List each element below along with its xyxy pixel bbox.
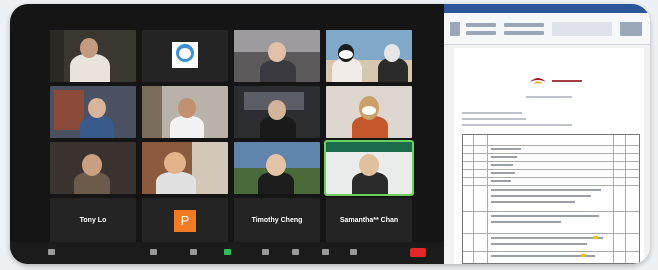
more-icon[interactable] [350,249,357,255]
participant-video-tile[interactable] [50,30,136,82]
document-meta-line [462,112,522,114]
school-logo-icon [530,78,546,84]
word-title-bar [444,4,650,13]
word-ribbon [444,4,650,45]
participant-video-tile[interactable] [234,142,320,194]
alignment-icons[interactable] [504,31,544,35]
participants-icon[interactable] [190,249,197,255]
participant-video-tile[interactable] [142,142,228,194]
school-name-text [552,80,582,82]
highlight-mark [593,236,598,239]
document-title-text [526,96,572,98]
mute-icon[interactable] [48,249,55,255]
share-screen-icon[interactable] [224,249,231,255]
paragraph-icons[interactable] [504,23,544,27]
word-document-window [444,4,650,264]
font-box[interactable] [466,23,496,27]
participant-video-tile[interactable] [50,142,136,194]
participant-video-tile[interactable] [50,86,136,138]
participant-avatar: P [174,210,196,232]
font-format-icons[interactable] [466,31,496,35]
zoom-window: Tony Lo P Timothy Cheng Samantha** Chan [10,4,444,264]
participant-video-tile[interactable] [326,30,412,82]
styles-gallery[interactable] [552,22,612,36]
participant-video-tile[interactable] [142,86,228,138]
document-meta-line [462,124,572,126]
document-page [454,48,644,264]
paste-icon[interactable] [450,22,460,36]
security-icon[interactable] [150,249,157,255]
editing-icons[interactable] [620,22,642,36]
participant-name: Samantha** Chan [339,217,399,224]
highlight-mark [581,254,586,257]
record-icon[interactable] [292,249,299,255]
lesson-plan-table [462,134,640,264]
meeting-toolbar [10,242,444,264]
participant-video-tile[interactable] [234,86,320,138]
participant-video-tile[interactable] [326,86,412,138]
screenshot-frame: Tony Lo P Timothy Cheng Samantha** Chan [10,4,650,264]
participant-video-tile[interactable] [142,30,228,82]
participant-video-tile[interactable] [234,30,320,82]
chat-icon[interactable] [262,249,269,255]
document-meta-line [462,118,526,120]
participant-name: Tony Lo [79,217,107,224]
reactions-icon[interactable] [322,249,329,255]
participant-name: Timothy Cheng [251,217,303,224]
zoom-title-bar [10,4,444,16]
participant-video-tile-active-speaker[interactable] [324,140,414,196]
end-meeting-button[interactable] [410,248,426,257]
